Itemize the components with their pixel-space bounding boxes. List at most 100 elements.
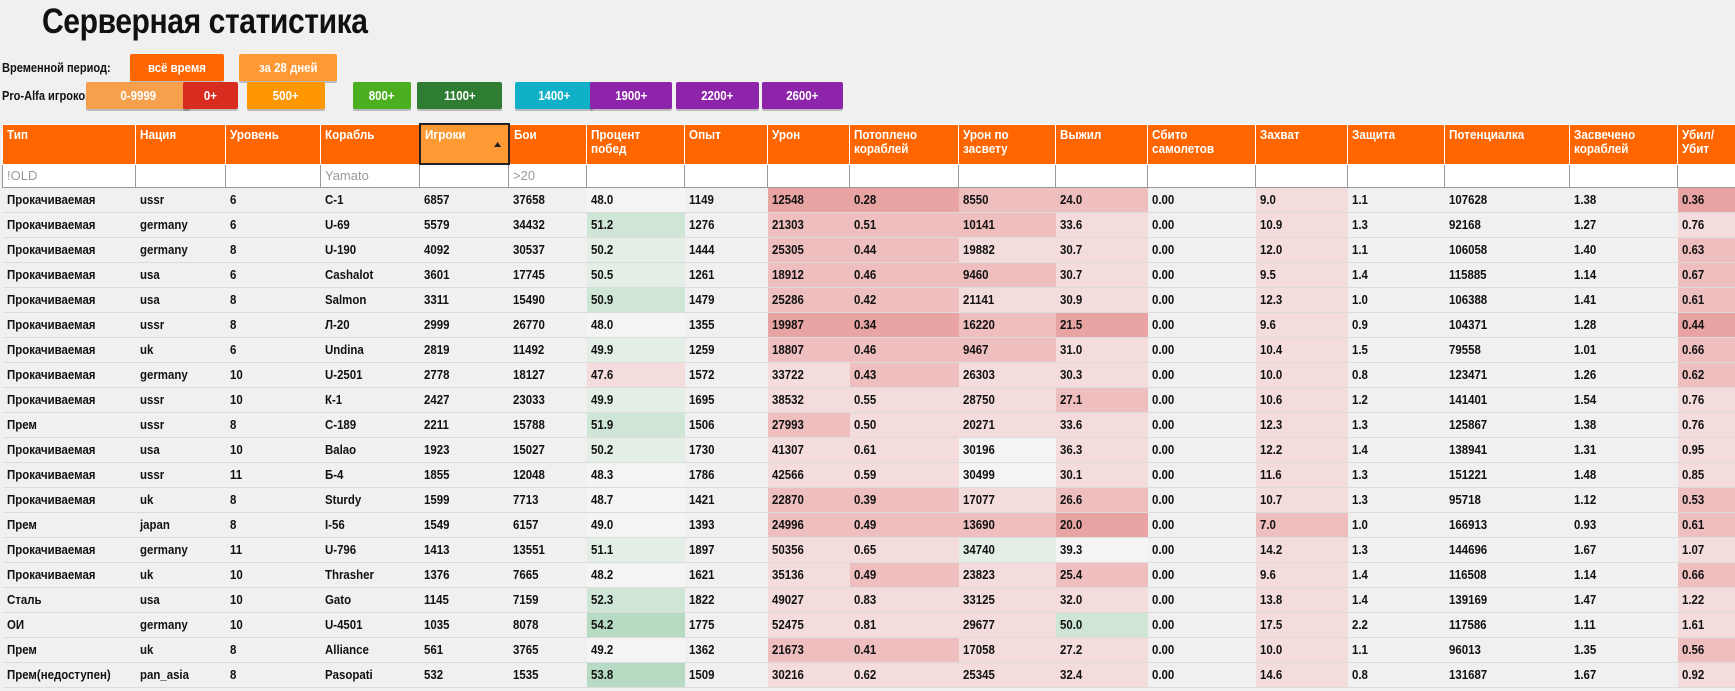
cell-value: 1.3	[1351, 217, 1368, 232]
cell-potential: 107628	[1444, 187, 1570, 213]
filter-input-spot-damage[interactable]	[959, 164, 1055, 187]
col-header-defense[interactable]: Защита	[1347, 123, 1445, 165]
players-button-7[interactable]: 2200+	[676, 82, 759, 109]
table-row[interactable]: Прем(недоступен) pan_asia 8 Pasopati 532 1535…	[2, 662, 1735, 688]
col-header-players[interactable]: Игроки	[418, 123, 510, 165]
col-header-planes[interactable]: Сбито самолетов	[1147, 123, 1256, 165]
cell-value: 1535	[512, 667, 538, 682]
table-row[interactable]: Прем ussr 8 С-189 2211 15788 51.9 1506 27993 0.50…	[2, 412, 1735, 438]
cell-value: pan_asia	[139, 667, 189, 682]
col-header-label: Потенциалка	[1449, 126, 1525, 142]
col-header-tier[interactable]: Уровень	[225, 123, 321, 165]
col-header-xp[interactable]: Опыт	[684, 123, 768, 165]
col-header-ship[interactable]: Корабль	[320, 123, 420, 165]
table-row[interactable]: Прокачиваемая usa 8 Salmon 3311 15490 50.9 1479…	[2, 287, 1735, 313]
filter-input-tier[interactable]	[226, 164, 320, 187]
cell-value: ussr	[139, 317, 164, 332]
cell-value: 1145	[423, 592, 449, 607]
filter-input-ship[interactable]	[321, 164, 419, 187]
cell-value: Прокачиваемая	[6, 317, 95, 332]
table-row[interactable]: Прокачиваемая usa 6 Cashalot 3601 17745 50.5 12…	[2, 262, 1735, 288]
filter-cell-tier	[225, 163, 321, 188]
col-header-label: Засвечено кораблей	[1574, 126, 1636, 156]
cell-value: 48.3	[590, 467, 613, 482]
cell-value: 0.95	[1681, 442, 1704, 457]
table-row[interactable]: Прем uk 8 Alliance 561 3765 49.2 1362 21673 0.41 1…	[2, 637, 1735, 663]
col-header-label: Захват	[1260, 126, 1300, 142]
cell-value: 12.3	[1259, 292, 1282, 307]
cell-spotted: 1.67	[1569, 662, 1678, 688]
col-header-winrate[interactable]: Процент побед	[586, 123, 685, 165]
cell-planes: 0.00	[1147, 212, 1256, 238]
table-row[interactable]: Прокачиваемая usa 10 Balao 1923 15027 50.2 1730…	[2, 437, 1735, 463]
cell-value: usa	[139, 442, 160, 457]
filter-input-winrate[interactable]	[587, 164, 684, 187]
players-button-5[interactable]: 1400+	[515, 82, 593, 109]
filter-input-capture[interactable]	[1256, 164, 1347, 187]
filter-input-battles[interactable]	[509, 164, 586, 187]
col-header-potential[interactable]: Потенциалка	[1444, 123, 1570, 165]
cell-battles: 37658	[508, 187, 587, 213]
players-button-6[interactable]: 1900+	[590, 82, 672, 109]
filter-input-survived[interactable]	[1056, 164, 1147, 187]
col-header-nation[interactable]: Нация	[135, 123, 226, 165]
cell-survived: 50.0	[1055, 612, 1148, 638]
filter-input-potential[interactable]	[1445, 164, 1569, 187]
cell-value: 0.8	[1351, 367, 1368, 382]
table-row[interactable]: Прокачиваемая ussr 11 Б-4 1855 12048 48.3 1786 4…	[2, 462, 1735, 488]
col-header-type[interactable]: Тип	[2, 123, 136, 165]
filter-input-damage[interactable]	[768, 164, 849, 187]
col-header-capture[interactable]: Захват	[1255, 123, 1348, 165]
table-row[interactable]: Прокачиваемая germany 8 U-190 4092 30537 50.2 1…	[2, 237, 1735, 263]
table-row[interactable]: Прокачиваемая ussr 10 К-1 2427 23033 49.9 1695 3…	[2, 387, 1735, 413]
filter-input-planes[interactable]	[1148, 164, 1255, 187]
period-button-0[interactable]: всё время	[130, 54, 224, 81]
table-row[interactable]: Сталь usa 10 Gato 1145 7159 52.3 1822 49027 0.83 3…	[2, 587, 1735, 613]
cell-potential: 117586	[1444, 612, 1570, 638]
cell-value: 33.6	[1059, 217, 1082, 232]
players-button-0[interactable]: 0-9999	[86, 82, 190, 109]
col-header-damage[interactable]: Урон	[767, 123, 850, 165]
cell-sunk: 0.39	[849, 487, 959, 513]
filter-input-players[interactable]	[420, 165, 508, 187]
filter-input-nation[interactable]	[136, 164, 225, 187]
cell-value: Прокачиваемая	[6, 192, 95, 207]
col-header-battles[interactable]: Бои	[508, 123, 587, 165]
col-header-survived[interactable]: Выжил	[1055, 123, 1148, 165]
filter-input-sunk[interactable]	[850, 164, 958, 187]
cell-players: 2778	[419, 362, 509, 388]
table-row[interactable]: Прокачиваемая germany 11 U-796 1413 13551 51.1…	[2, 537, 1735, 563]
players-button-8[interactable]: 2600+	[762, 82, 843, 109]
table-row[interactable]: ОИ germany 10 U-4501 1035 8078 54.2 1775 52475 0.…	[2, 612, 1735, 638]
filter-input-defense[interactable]	[1348, 164, 1444, 187]
cell-value: 1822	[688, 592, 714, 607]
period-button-1[interactable]: за 28 дней	[239, 54, 337, 81]
col-header-spotted[interactable]: Засвечено кораблей	[1569, 123, 1678, 165]
players-button-4[interactable]: 1100+	[417, 82, 502, 109]
cell-value: 49.2	[590, 642, 613, 657]
players-button-1[interactable]: 0+	[183, 82, 238, 109]
col-header-spot-damage[interactable]: Урон по засвету	[958, 123, 1056, 165]
table-row[interactable]: Прокачиваемая ussr 8 Л-20 2999 26770 48.0 1355 1…	[2, 312, 1735, 338]
cell-value: Прокачиваемая	[6, 292, 95, 307]
table-row[interactable]: Прокачиваемая uk 8 Sturdy 1599 7713 48.7 1421 22…	[2, 487, 1735, 513]
players-button-3[interactable]: 800+	[353, 82, 411, 109]
table-row[interactable]: Прокачиваемая uk 10 Thrasher 1376 7665 48.2 162…	[2, 562, 1735, 588]
cell-value: 33125	[962, 592, 995, 607]
table-row[interactable]: Прем japan 8 I-56 1549 6157 49.0 1393 24996 0.49 1…	[2, 512, 1735, 538]
filter-input-spotted[interactable]	[1570, 164, 1677, 187]
table-row[interactable]: Прокачиваемая germany 10 U-2501 2778 18127 47.…	[2, 362, 1735, 388]
cell-survived: 36.3	[1055, 437, 1148, 463]
cell-defense: 1.1	[1347, 187, 1445, 213]
filter-input-xp[interactable]	[685, 164, 767, 187]
players-button-2[interactable]: 500+	[247, 82, 325, 109]
cell-capture: 13.8	[1255, 587, 1348, 613]
table-row[interactable]: Прокачиваемая ussr 6 С-1 6857 37658 48.0 1149 12…	[2, 187, 1735, 213]
col-header-kd[interactable]: Убил/ Убит	[1677, 123, 1735, 165]
col-header-sunk[interactable]: Потоплено кораблей	[849, 123, 959, 165]
filter-input-kd[interactable]	[1678, 164, 1735, 187]
table-row[interactable]: Прокачиваемая uk 6 Undina 2819 11492 49.9 1259 1…	[2, 337, 1735, 363]
filter-input-type[interactable]	[3, 164, 135, 187]
cell-potential: 138941	[1444, 437, 1570, 463]
table-row[interactable]: Прокачиваемая germany 6 U-69 5579 34432 51.2 12…	[2, 212, 1735, 238]
